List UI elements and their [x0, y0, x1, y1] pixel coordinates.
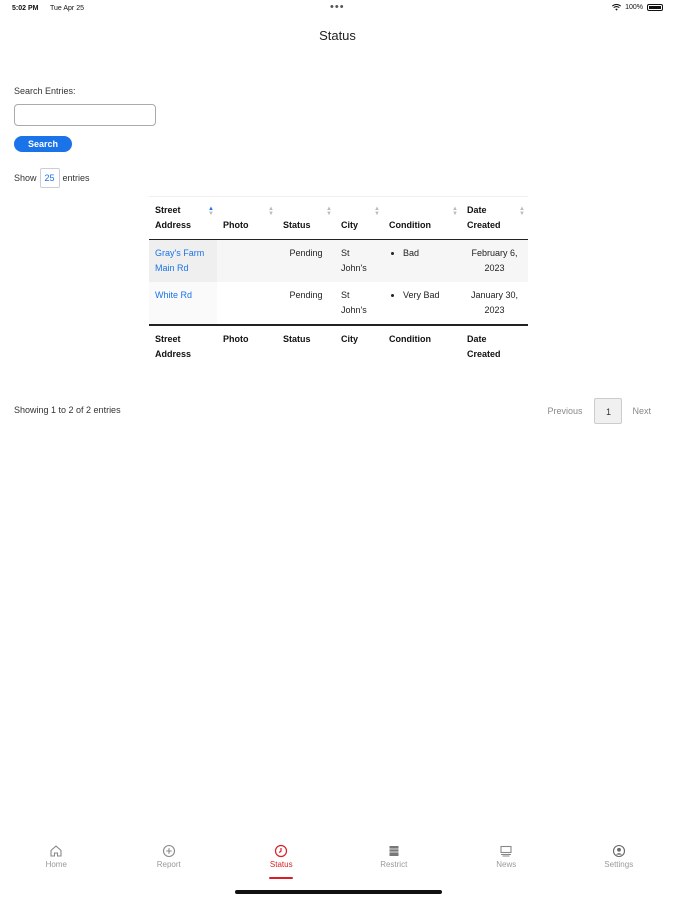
- column-header-date-created[interactable]: Date Created ▲ ▼: [461, 196, 528, 240]
- clock-icon: [274, 844, 288, 858]
- length-prefix: Show: [14, 173, 37, 183]
- news-icon: [499, 844, 513, 858]
- length-select[interactable]: 25: [39, 168, 60, 188]
- cell-city: St John's: [341, 290, 367, 315]
- pagination: Previous 1 Next: [547, 398, 651, 424]
- sort-arrow-icon: ▲ ▼: [374, 206, 380, 217]
- user-circle-icon: [612, 844, 626, 858]
- previous-button[interactable]: Previous: [547, 406, 582, 416]
- search-label: Search Entries:: [14, 86, 76, 96]
- tab-news[interactable]: News: [450, 844, 563, 884]
- cell-date-created: February 6, 2023: [461, 239, 528, 282]
- cell-street-address: White Rd: [149, 282, 217, 325]
- wifi-icon: [612, 4, 622, 11]
- battery-percent: 100%: [625, 4, 643, 11]
- column-header-photo[interactable]: Photo ▲ ▼: [217, 196, 277, 240]
- cell-date-created: January 30, 2023: [470, 290, 519, 315]
- page-title: Status: [319, 28, 356, 43]
- status-right: 100%: [612, 4, 663, 11]
- next-button[interactable]: Next: [632, 406, 651, 416]
- entries-table: Street Address ▲ ▼ Photo ▲ ▼ Status ▲ ▼ City ▲ ▼…: [149, 196, 528, 368]
- home-icon: [49, 844, 63, 858]
- tab-settings[interactable]: Settings: [563, 844, 675, 884]
- sort-arrow-icon: ▲ ▼: [208, 206, 214, 217]
- tab-label: Status: [269, 860, 293, 869]
- footer-status: Status: [277, 324, 335, 368]
- active-tab-indicator: [269, 877, 294, 879]
- cell-status: Pending: [289, 290, 323, 300]
- tab-report[interactable]: Report: [113, 844, 226, 884]
- column-header-status[interactable]: Status ▲ ▼: [277, 196, 335, 240]
- tab-label: Restrict: [380, 860, 408, 869]
- cell-street-address: Gray's Farm Main Rd: [149, 239, 217, 282]
- plus-circle-icon: [162, 844, 176, 858]
- footer-date-created: Date Created: [461, 324, 528, 368]
- cell-condition: Bad: [383, 239, 461, 282]
- sort-arrow-icon: ▲ ▼: [326, 206, 332, 217]
- address-link[interactable]: White Rd: [155, 290, 192, 300]
- length-suffix: entries: [62, 173, 90, 183]
- tab-restrict[interactable]: Restrict: [338, 844, 451, 884]
- cell-photo: [217, 239, 277, 282]
- home-indicator[interactable]: [235, 890, 442, 894]
- footer-street-address: Street Address: [149, 324, 217, 368]
- condition-item: Very Bad: [403, 288, 455, 303]
- status-date: Tue Apr 25: [50, 5, 84, 12]
- column-header-condition[interactable]: Condition ▲ ▼: [383, 196, 461, 240]
- address-link[interactable]: Gray's Farm Main Rd: [155, 248, 204, 273]
- search-input[interactable]: [14, 104, 156, 126]
- table-info: Showing 1 to 2 of 2 entries: [14, 405, 121, 415]
- status-bar: 5:02 PM Tue Apr 25 ••• 100%: [0, 0, 675, 18]
- cell-photo: [217, 282, 277, 325]
- multitask-dots[interactable]: •••: [330, 1, 345, 13]
- restrict-icon: [387, 844, 401, 858]
- tab-status[interactable]: Status: [225, 844, 338, 884]
- sort-arrow-icon: ▲ ▼: [268, 206, 274, 217]
- column-header-street-address[interactable]: Street Address ▲ ▼: [149, 196, 217, 240]
- tab-label: News: [496, 860, 517, 869]
- table-row: Gray's Farm Main Rd Pending St John's Ba…: [149, 239, 528, 282]
- footer-condition: Condition: [383, 324, 461, 368]
- tab-label: Settings: [604, 860, 634, 869]
- status-time: 5:02 PM: [12, 5, 39, 12]
- column-header-city[interactable]: City ▲ ▼: [335, 196, 383, 240]
- cell-city: St John's: [335, 239, 383, 282]
- footer-city: City: [335, 324, 383, 368]
- length-control: Show 25 entries: [14, 168, 90, 188]
- tab-label: Report: [156, 860, 181, 869]
- tab-home[interactable]: Home: [0, 844, 113, 884]
- table-row: White Rd Pending St John's Very Bad Janu…: [149, 282, 528, 325]
- footer-photo: Photo: [217, 324, 277, 368]
- search-button[interactable]: Search: [14, 136, 72, 152]
- sort-arrow-icon: ▲ ▼: [452, 206, 458, 217]
- page-button-current[interactable]: 1: [594, 398, 623, 424]
- battery-icon: [647, 4, 663, 11]
- cell-condition: Very Bad: [383, 282, 461, 325]
- condition-item: Bad: [403, 246, 455, 261]
- cell-status: Pending: [277, 239, 335, 282]
- sort-arrow-icon: ▲ ▼: [519, 206, 525, 217]
- tab-label: Home: [45, 860, 67, 869]
- tab-bar: Home Report Status Restrict News Setting…: [0, 844, 675, 884]
